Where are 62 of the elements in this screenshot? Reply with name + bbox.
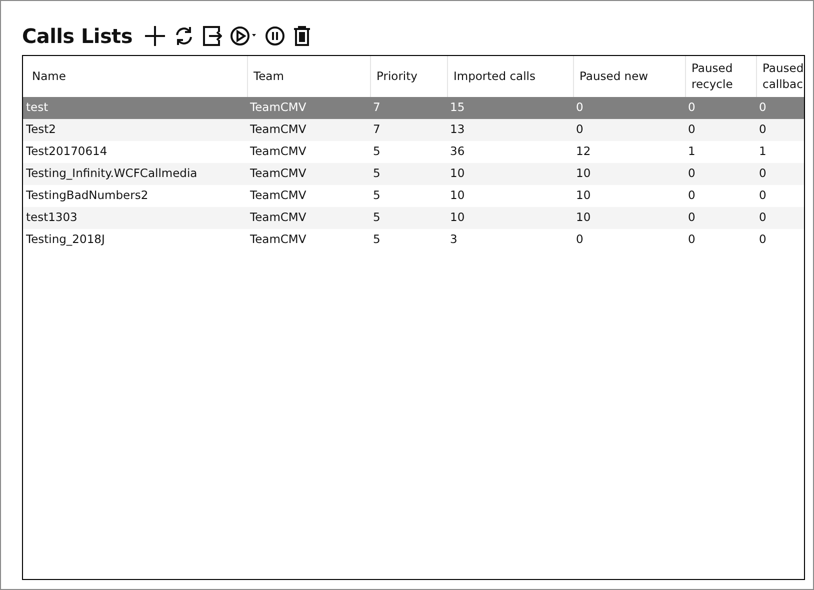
table-cell: 12 [573,141,685,163]
table-cell: 0 [685,185,756,207]
table-cell: TestingBadNumbers2 [23,185,247,207]
table-cell: 10 [573,163,685,185]
table-cell: 0 [685,229,756,251]
table-cell: 0 [756,97,804,119]
table-cell: 0 [573,97,685,119]
table-cell: TeamCMV [247,119,370,141]
table-cell: 0 [756,163,804,185]
table-row[interactable]: test1303 TeamCMV 5 10 10 0 0 [23,207,804,229]
table-cell: 36 [447,141,573,163]
table-cell: Testing_2018J [23,229,247,251]
table-row[interactable]: TestingBadNumbers2 TeamCMV 5 10 10 0 0 [23,185,804,207]
table-cell: Testing_Infinity.WCFCallmedia [23,163,247,185]
table-cell: test1303 [23,207,247,229]
table-cell: 10 [447,163,573,185]
table-cell: 0 [756,119,804,141]
table-cell: 0 [756,185,804,207]
table-cell: 0 [685,119,756,141]
table-cell: TeamCMV [247,207,370,229]
table-cell: 13 [447,119,573,141]
table-cell: 5 [370,163,447,185]
table-cell: 5 [370,207,447,229]
table-cell: 0 [573,119,685,141]
table-cell: 0 [685,163,756,185]
table-cell: 5 [370,229,447,251]
table-cell: TeamCMV [247,163,370,185]
table-cell: 5 [370,185,447,207]
table-cell: 1 [756,141,804,163]
table-cell: 10 [573,207,685,229]
table-cell: 7 [370,119,447,141]
table-cell: 0 [685,207,756,229]
page-title: Calls Lists [22,26,132,46]
table-cell: Test20170614 [23,141,247,163]
table-cell: TeamCMV [247,185,370,207]
pause-icon[interactable] [265,26,286,46]
table-cell: 0 [756,229,804,251]
table-cell: 10 [447,207,573,229]
table-cell: Test2 [23,119,247,141]
table-cell: test [23,97,247,119]
trash-icon[interactable] [293,26,312,46]
table-cell: 5 [370,141,447,163]
table-cell: 3 [447,229,573,251]
play-icon[interactable] [230,26,258,46]
table-cell: 0 [685,97,756,119]
table-cell: 0 [573,229,685,251]
table-cell: 10 [447,185,573,207]
table-cell: 1 [685,141,756,163]
refresh-icon[interactable] [174,26,194,46]
plus-icon[interactable] [144,25,166,47]
table-cell: 7 [370,97,447,119]
table-cell: TeamCMV [247,141,370,163]
table-cell: 0 [756,207,804,229]
export-icon[interactable] [202,26,222,46]
table-cell: 10 [573,185,685,207]
table-row[interactable]: Test2 TeamCMV 7 13 0 0 0 [23,119,804,141]
table-row[interactable]: Testing_Infinity.WCFCallmedia TeamCMV 5 10 10 0 0 [23,163,804,185]
table-cell: TeamCMV [247,97,370,119]
table-row[interactable]: Test20170614 TeamCMV 5 36 12 1 1 [23,141,804,163]
table-cell: 15 [447,97,573,119]
table-row[interactable]: Testing_2018J TeamCMV 5 3 0 0 0 [23,229,804,251]
table-cell: TeamCMV [247,229,370,251]
